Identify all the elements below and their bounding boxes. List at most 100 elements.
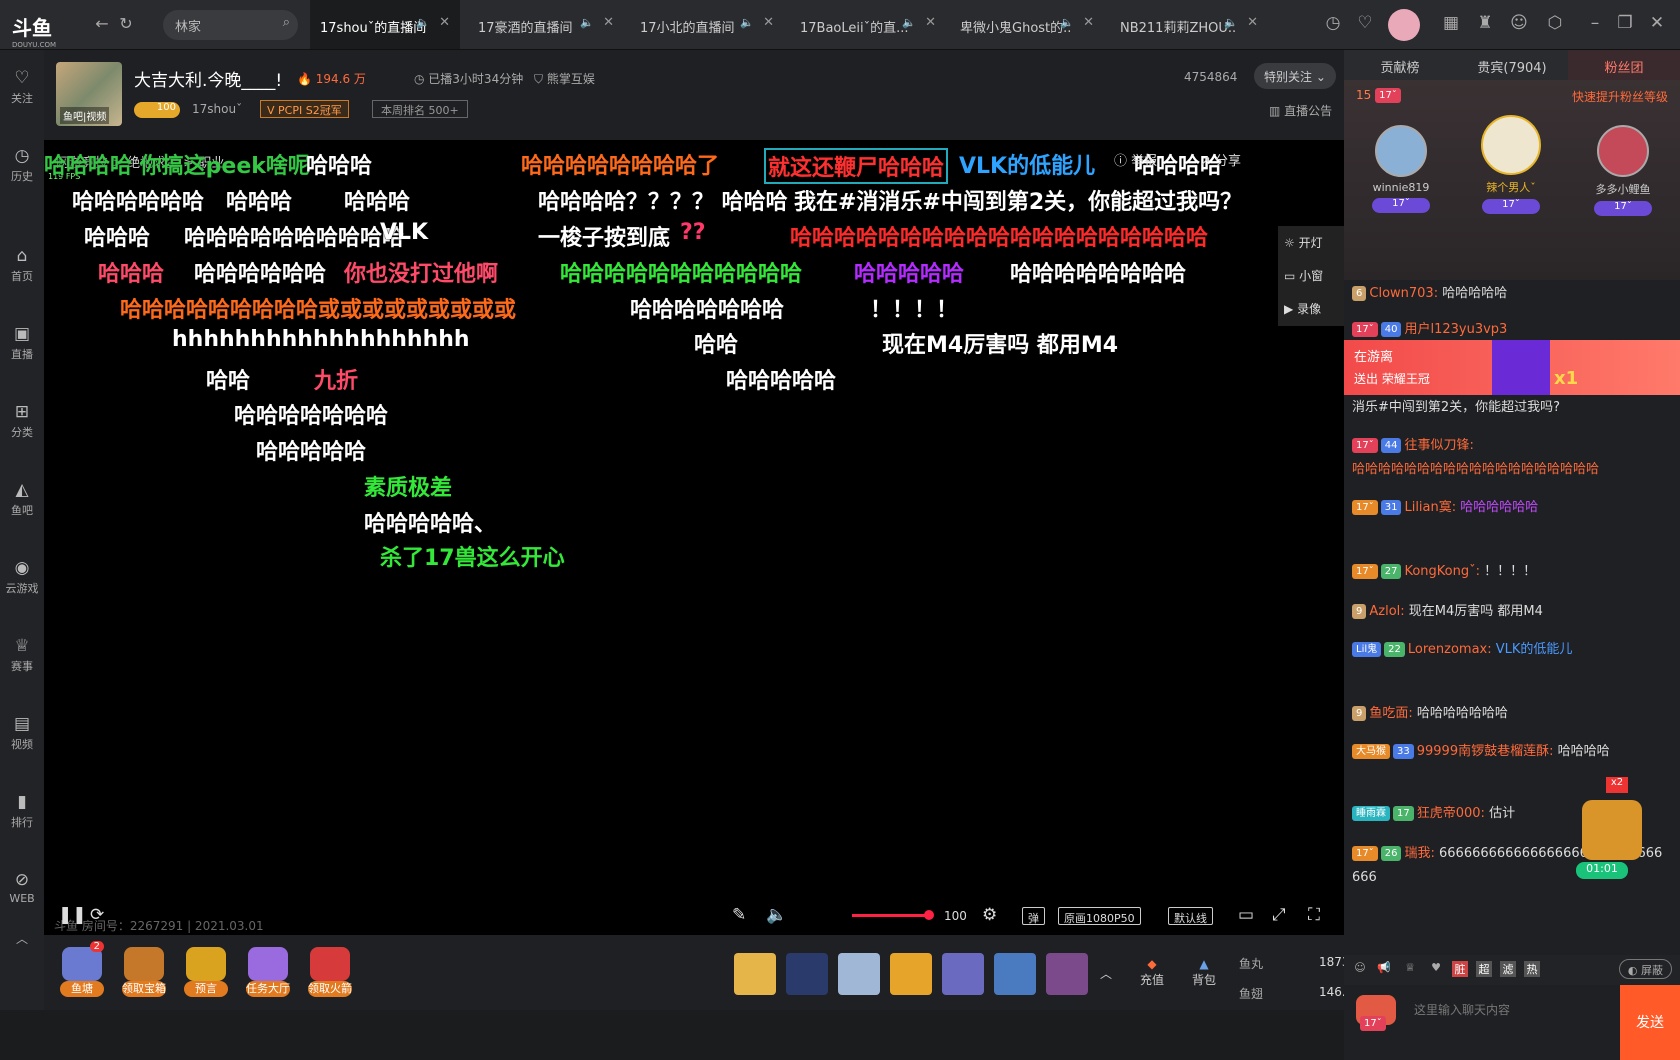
- danmaku-toggle[interactable]: 弹: [1022, 907, 1045, 925]
- speaker-icon[interactable]: 🔈: [416, 16, 430, 29]
- nav-history[interactable]: ◷ 历史: [0, 146, 44, 184]
- task-hall-button[interactable]: 任务大厅: [242, 947, 294, 997]
- treasure-chest-icon[interactable]: [1582, 800, 1642, 860]
- close-icon[interactable]: ✕: [439, 15, 450, 30]
- mute-icon[interactable]: 🔈: [902, 16, 916, 29]
- gift-tv-icon[interactable]: [942, 953, 984, 995]
- nav-video[interactable]: ▤ 视频: [0, 714, 44, 752]
- nav-rank[interactable]: ▮ 排行: [0, 792, 44, 830]
- fullscreen-icon[interactable]: ⛶: [1308, 905, 1320, 925]
- message-icon[interactable]: ☺: [1508, 13, 1530, 35]
- gift-promo-banner[interactable]: 在游离 送出 荣耀王冠 x1: [1344, 340, 1680, 395]
- nav-cloud-game[interactable]: ◉ 云游戏: [0, 558, 44, 596]
- line-select[interactable]: 默认线: [1168, 907, 1213, 925]
- gift-girl-icon[interactable]: [1046, 953, 1088, 995]
- user-avatar[interactable]: [1388, 9, 1420, 41]
- broadcast-icon[interactable]: 📢: [1376, 961, 1392, 977]
- fan-upgrade-link[interactable]: 快速提升粉丝等级: [1572, 88, 1668, 105]
- prediction-button[interactable]: 预言: [180, 947, 232, 997]
- backpack-button[interactable]: ▲ 背包: [1192, 957, 1216, 988]
- web-fullscreen-icon[interactable]: ⤢: [1272, 905, 1286, 925]
- filter-super[interactable]: 超: [1476, 961, 1492, 977]
- mini-window-button[interactable]: ▭ 小窗: [1278, 259, 1344, 292]
- tab-17xiaobei[interactable]: 17小北的直播间 🔈 ✕: [630, 0, 784, 49]
- refresh-icon[interactable]: ↻: [116, 14, 136, 34]
- restore-icon[interactable]: ❐: [1614, 13, 1636, 35]
- mute-icon[interactable]: 🔈: [1224, 16, 1238, 29]
- fish-pond-button[interactable]: 鱼塘 2: [56, 941, 108, 997]
- crown-icon[interactable]: ♕: [1402, 961, 1418, 977]
- tab-contribution[interactable]: 贡献榜: [1344, 50, 1456, 80]
- close-icon[interactable]: ✕: [603, 15, 614, 30]
- volume-icon[interactable]: 🔈: [766, 905, 787, 925]
- fan-user-top[interactable]: 辣个男人ˇ 17ˇ: [1466, 115, 1556, 214]
- light-toggle[interactable]: ☼ 开灯: [1278, 226, 1344, 259]
- tab-17baoleii[interactable]: 17BaoLeiiˇ的直... 🔈 ✕: [790, 0, 946, 49]
- heart-icon[interactable]: ♡: [1354, 13, 1376, 35]
- treasure-box-button[interactable]: 领取宝箱: [118, 947, 170, 997]
- douyu-logo[interactable]: 斗鱼 DOUYU.COM: [12, 12, 56, 49]
- close-icon[interactable]: ✕: [763, 15, 774, 30]
- filter-filter[interactable]: 滤: [1500, 961, 1516, 977]
- settings-gear-icon[interactable]: ⚙: [982, 905, 997, 925]
- fan-badge-icon[interactable]: ♥: [1428, 961, 1444, 977]
- tab-fan-club[interactable]: 粉丝团: [1568, 50, 1680, 80]
- category-link[interactable]: ⛉ 熊掌互娱: [534, 70, 595, 87]
- window-close-icon[interactable]: ✕: [1646, 13, 1668, 35]
- filter-dirty[interactable]: 脏: [1452, 961, 1468, 977]
- report-button[interactable]: ⓘ 举报: [1114, 150, 1157, 169]
- close-icon[interactable]: ✕: [925, 15, 936, 30]
- streamer-avatar[interactable]: 鱼吧|视频: [56, 62, 122, 126]
- minimize-icon[interactable]: –: [1584, 13, 1606, 35]
- search-input[interactable]: 林家 ⌕: [163, 10, 298, 40]
- gift-card-icon[interactable]: [890, 953, 932, 995]
- nav-events[interactable]: ♕ 赛事: [0, 636, 44, 674]
- edit-danmaku-icon[interactable]: ✎: [732, 905, 746, 925]
- announcement-link[interactable]: ▥ 直播公告: [1269, 102, 1332, 119]
- close-icon[interactable]: ✕: [1247, 15, 1258, 30]
- chevron-up-icon[interactable]: ︿: [1100, 965, 1112, 982]
- nav-web[interactable]: ⊘ WEB: [0, 870, 44, 905]
- nav-live[interactable]: ▣ 直播: [0, 324, 44, 362]
- gift-jet-icon[interactable]: [838, 953, 880, 995]
- gift-plane-icon[interactable]: [734, 953, 776, 995]
- share-button[interactable]: ↗ 分享: [1200, 150, 1241, 169]
- fan-user[interactable]: 多多小鲤鱼 17ˇ: [1578, 125, 1668, 216]
- volume-knob[interactable]: [924, 910, 934, 920]
- champion-badge[interactable]: V PCPI S2冠军: [260, 100, 349, 118]
- gift-rocket-icon[interactable]: [786, 953, 828, 995]
- emoji-icon[interactable]: ☺: [1352, 961, 1368, 977]
- shirt-icon[interactable]: ♜: [1474, 13, 1496, 35]
- settings-icon[interactable]: ⬡: [1544, 13, 1566, 35]
- search-icon[interactable]: ⌕: [283, 15, 290, 30]
- collapse-up-icon[interactable]: ︿: [0, 930, 44, 947]
- mute-icon[interactable]: 🔈: [1060, 16, 1074, 29]
- nav-follow[interactable]: ♡ 关注: [0, 68, 44, 106]
- tab-vip[interactable]: 贵宾(7904): [1456, 50, 1568, 80]
- host-name[interactable]: 17shouˇ: [192, 102, 242, 116]
- send-button[interactable]: 发送: [1620, 985, 1680, 1060]
- tab-17shou[interactable]: 17shouˇ的直播间 🔈 ✕: [310, 0, 460, 49]
- mute-icon[interactable]: 🔈: [580, 16, 594, 29]
- volume-slider[interactable]: [852, 914, 928, 917]
- avatar-label[interactable]: 鱼吧|视频: [60, 107, 110, 124]
- weekly-rank[interactable]: 本周排名 500+: [372, 100, 468, 118]
- tab-17haojiu[interactable]: 17豪酒的直播间 🔈 ✕: [468, 0, 624, 49]
- back-icon[interactable]: ←: [92, 14, 112, 34]
- history-clock-icon[interactable]: ◷: [1322, 13, 1344, 35]
- video-player[interactable]: 网游竞技 > 绝地求生 > 职业 119 FPS 哈哈哈哈 你搞这peek啥呢 …: [44, 140, 1344, 935]
- gift-character-icon[interactable]: [994, 953, 1036, 995]
- block-button[interactable]: ◐ 屏蔽: [1618, 959, 1672, 979]
- my-fan-badge[interactable]: 17ˇ: [1356, 995, 1396, 1031]
- recharge-button[interactable]: ◆ 充值: [1140, 957, 1164, 988]
- close-icon[interactable]: ✕: [1083, 15, 1094, 30]
- tab-nb211[interactable]: NB211莉莉ZHOU... 🔈 ✕: [1110, 0, 1268, 49]
- fan-user[interactable]: winnie819 17ˇ: [1356, 125, 1446, 213]
- nav-fishbar[interactable]: ◭ 鱼吧: [0, 480, 44, 518]
- refresh-stream-icon[interactable]: ⟳: [90, 905, 104, 925]
- calendar-icon[interactable]: ▦: [1440, 13, 1462, 35]
- follow-button[interactable]: 特别关注 ⌄: [1254, 63, 1336, 89]
- record-button[interactable]: ▶ 录像: [1278, 292, 1344, 325]
- mute-icon[interactable]: 🔈: [740, 16, 754, 29]
- pause-icon[interactable]: ❚❚: [58, 905, 87, 925]
